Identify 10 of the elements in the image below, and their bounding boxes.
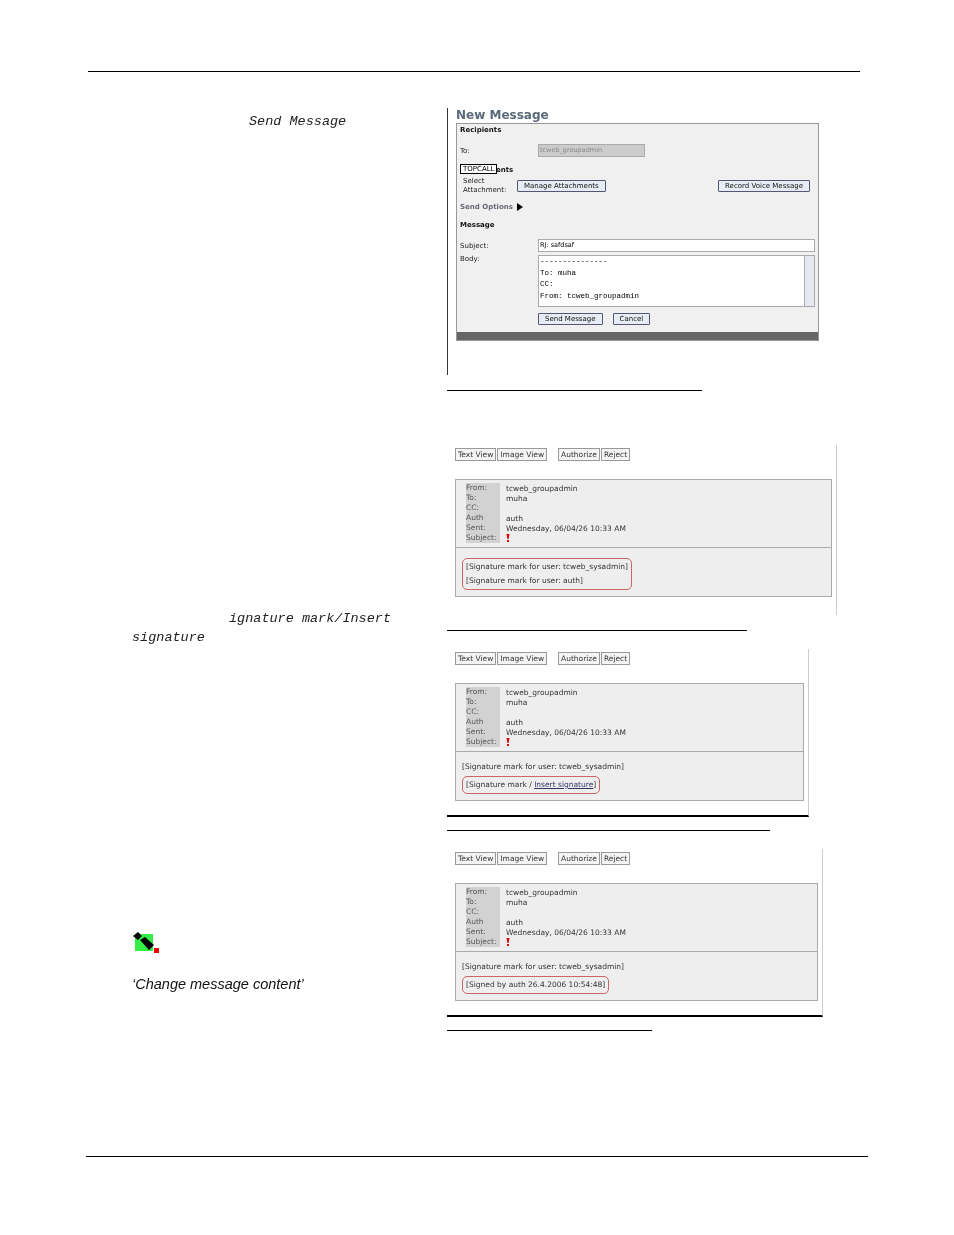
priority-icon <box>506 534 510 542</box>
priority-icon <box>506 738 510 746</box>
pen-icon <box>132 932 160 954</box>
note-text: Send Message <box>248 113 347 131</box>
window-title: New Message <box>456 108 550 122</box>
priority-icon <box>506 938 510 946</box>
expand-arrow-icon[interactable] <box>516 203 523 211</box>
note-text: ignature mark/Insert signature <box>132 610 393 647</box>
scrollbar[interactable] <box>804 256 814 306</box>
note-text: ‘Change message content’ <box>132 976 304 992</box>
